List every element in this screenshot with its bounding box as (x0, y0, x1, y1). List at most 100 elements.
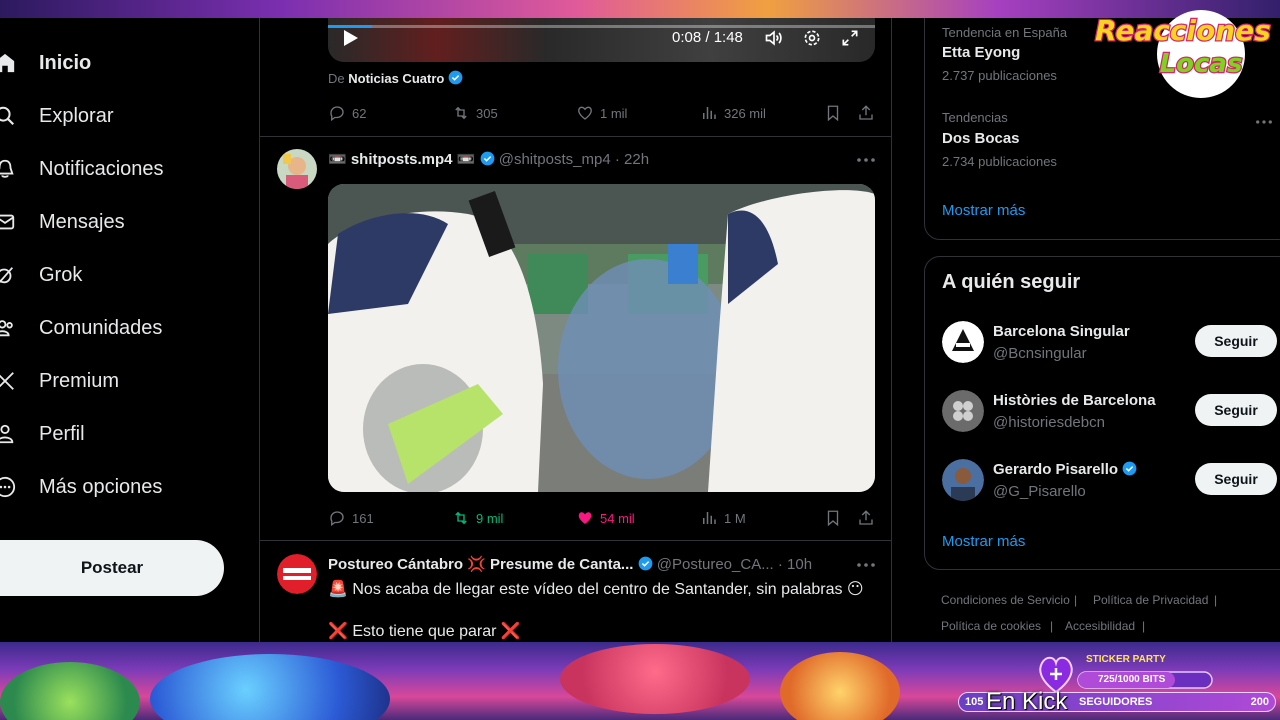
trend-more-icon[interactable] (1255, 119, 1273, 125)
share-icon (859, 105, 873, 120)
tweet-video[interactable] (328, 184, 875, 492)
view-count: 1 M (724, 510, 746, 526)
tweet-header: Postureo Cántabro 💢 Presume de Canta... … (328, 555, 812, 573)
nav-label: Perfil (39, 422, 85, 445)
more-options-icon[interactable] (856, 562, 876, 568)
account-handle[interactable]: @G_Pisarello (993, 483, 1086, 500)
panel-title: A quién seguir (942, 271, 1081, 293)
views-button[interactable]: 1 M (700, 509, 746, 527)
views-icon (703, 512, 716, 524)
search-icon (0, 106, 15, 126)
bookmark-icon (827, 510, 839, 527)
author-handle[interactable]: @Postureo_CA... (657, 556, 774, 573)
play-icon[interactable] (344, 30, 358, 46)
follow-button[interactable]: Seguir (1195, 463, 1277, 495)
who-to-follow-panel: A quién seguir Barcelona Singular @Bcnsi… (924, 256, 1280, 570)
avatar[interactable] (942, 390, 984, 432)
video-player[interactable]: 0:08 / 1:48 (328, 18, 875, 62)
repost-button[interactable]: 305 (452, 104, 498, 122)
sticker-party-bits: 725/1000 BITS (1098, 674, 1166, 685)
avatar[interactable] (277, 554, 317, 594)
repost-icon (455, 511, 467, 525)
tweet-header: 📼 shitposts.mp4 📼 @shitposts_mp4 · 22h (328, 150, 649, 168)
account-name[interactable]: Gerardo Pisarello (993, 461, 1137, 478)
avatar[interactable] (942, 321, 984, 363)
like-button[interactable]: 1 mil (576, 104, 627, 122)
source-name[interactable]: Noticias Cuatro (348, 71, 444, 86)
footer-link-terms[interactable]: Condiciones de Servicio (941, 593, 1070, 607)
footer-separator: | (1050, 619, 1054, 633)
view-count: 326 mil (724, 105, 766, 121)
reply-icon (330, 106, 344, 122)
views-button[interactable]: 326 mil (700, 104, 766, 122)
share-button[interactable] (857, 509, 881, 527)
heart-icon (578, 106, 592, 120)
tweet-actions: 62 305 1 mil 326 mil (328, 104, 875, 124)
author-handle[interactable]: @shitposts_mp4 (499, 151, 611, 168)
follow-show-more-link[interactable]: Mostrar más (942, 533, 1025, 550)
footer-separator: | (1142, 619, 1146, 633)
like-count: 1 mil (600, 105, 628, 121)
account-handle[interactable]: @Bcnsingular (993, 345, 1087, 362)
verified-badge-icon (448, 70, 463, 85)
footer-separator: | (1074, 593, 1078, 607)
nav-label: Premium (39, 369, 120, 392)
author-name[interactable]: 📼 shitposts.mp4 📼 (328, 151, 475, 168)
more-options-icon[interactable] (856, 157, 876, 163)
footer-separator: | (1214, 593, 1218, 607)
reply-button[interactable]: 161 (328, 509, 374, 527)
volume-icon[interactable] (764, 28, 784, 48)
repost-button[interactable]: 9 mil (452, 509, 503, 527)
divider (260, 540, 891, 541)
right-sidebar: Tendencia en España Etta Eyong 2.737 pub… (924, 18, 1280, 642)
sidebar-nav: Inicio Explorar Notificaciones Mensajes … (0, 18, 258, 642)
like-button[interactable]: 54 mil (576, 509, 635, 527)
bookmark-icon (827, 105, 839, 122)
timeline: 0:08 / 1:48 De Noticias Cuatro 62 305 1 … (259, 18, 892, 642)
post-button[interactable]: Postear (0, 540, 224, 596)
settings-icon[interactable] (802, 28, 822, 48)
trend-name[interactable]: Dos Bocas (942, 130, 1020, 147)
envelope-icon (0, 214, 15, 230)
source-prefix: De (328, 71, 345, 86)
tweet-time[interactable]: · 22h (615, 151, 649, 168)
account-name[interactable]: Barcelona Singular (993, 323, 1130, 340)
bell-icon (0, 159, 14, 178)
video-frame-image (328, 184, 875, 492)
video-source: De Noticias Cuatro (328, 70, 463, 86)
views-icon (703, 107, 716, 119)
video-progress-bar[interactable] (328, 25, 875, 28)
repost-icon (455, 106, 467, 120)
nav-label: Grok (39, 263, 83, 286)
author-name[interactable]: Postureo Cántabro 💢 Presume de Canta... (328, 556, 633, 573)
kick-caption: En Kick (986, 688, 1068, 715)
footer-link-cookies[interactable]: Política de cookies (941, 619, 1041, 633)
person-icon (0, 424, 14, 444)
footer-link-accessibility[interactable]: Accesibilidad (1065, 619, 1135, 633)
follow-button[interactable]: Seguir (1195, 394, 1277, 426)
reply-icon (330, 511, 344, 527)
trends-show-more-link[interactable]: Mostrar más (942, 202, 1025, 219)
like-count: 54 mil (600, 510, 635, 526)
reply-button[interactable]: 62 (328, 104, 366, 122)
account-name[interactable]: Històries de Barcelona (993, 392, 1156, 409)
nav-label: Más opciones (39, 475, 163, 498)
more-circle-icon (0, 476, 16, 498)
account-handle[interactable]: @historiesdebcn (993, 414, 1105, 431)
reply-count: 161 (352, 510, 374, 526)
follow-button[interactable]: Seguir (1195, 325, 1277, 357)
tweet-actions: 161 9 mil 54 mil 1 M (328, 509, 875, 529)
share-button[interactable] (857, 104, 881, 122)
heart-filled-icon (578, 512, 592, 524)
channel-logo: Reacciones Locas (1088, 2, 1278, 102)
grok-icon (0, 267, 14, 284)
bookmark-button[interactable] (824, 104, 848, 122)
fullscreen-icon[interactable] (840, 28, 860, 48)
footer-link-privacy[interactable]: Política de Privacidad (1093, 593, 1208, 607)
trend-name[interactable]: Etta Eyong (942, 44, 1020, 61)
trend-count: 2.734 publicaciones (942, 154, 1057, 169)
tweet-time[interactable]: · 10h (778, 556, 812, 573)
bookmark-button[interactable] (824, 509, 848, 527)
avatar[interactable] (942, 459, 984, 501)
avatar[interactable] (277, 149, 317, 189)
